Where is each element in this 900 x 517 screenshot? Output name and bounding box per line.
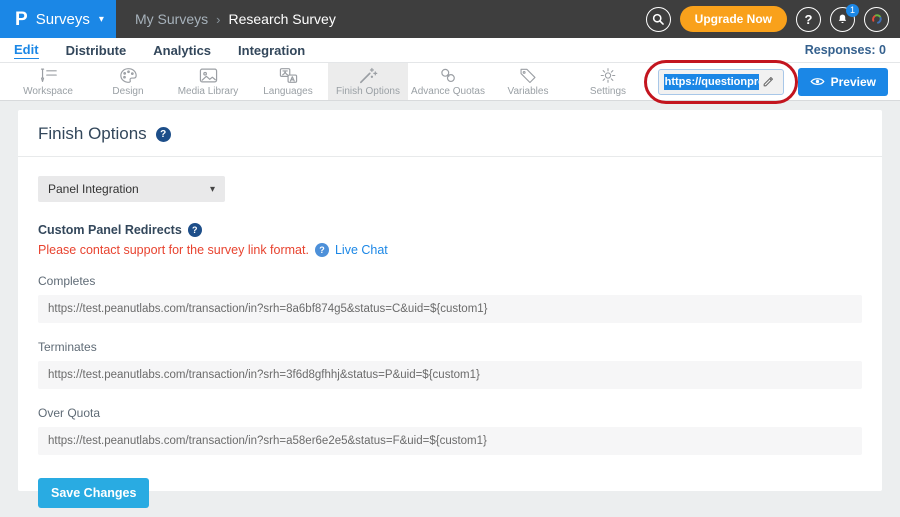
notification-badge: 1: [846, 4, 859, 17]
chevron-down-icon: ▾: [210, 184, 215, 195]
section-title: Custom Panel Redirects: [38, 223, 182, 237]
card-header: Finish Options ?: [18, 110, 882, 157]
workspace-icon: [38, 67, 59, 84]
completes-label: Completes: [38, 274, 862, 288]
dropdown-selected-value: Panel Integration: [48, 182, 139, 196]
question-mark-icon: ?: [805, 12, 813, 27]
toolbar-item-variables[interactable]: Variables: [488, 63, 568, 100]
settings-gear-icon: [599, 67, 617, 84]
edit-toolbar: Workspace Design Media Library Languages…: [0, 62, 900, 101]
app-menu-label: Surveys: [36, 11, 90, 28]
toolbar-item-label: Media Library: [178, 86, 239, 97]
variables-tag-icon: [518, 67, 538, 84]
over-quota-url-field[interactable]: https://test.peanutlabs.com/transaction/…: [38, 427, 862, 455]
toolbar-item-finish-options[interactable]: Finish Options: [328, 63, 408, 100]
finish-options-help-icon[interactable]: ?: [156, 127, 171, 142]
design-palette-icon: [119, 67, 138, 84]
toolbar-item-label: Variables: [508, 86, 549, 97]
terminates-label: Terminates: [38, 340, 862, 354]
breadcrumb-separator-icon: ›: [216, 12, 220, 27]
live-chat-help-icon[interactable]: ?: [315, 243, 329, 257]
edit-url-pencil-icon[interactable]: [762, 75, 775, 88]
toolbar-item-label: Advance Quotas: [411, 86, 485, 97]
support-note-row: Please contact support for the survey li…: [38, 243, 862, 257]
surveys-product-menu[interactable]: P Surveys ▾: [0, 0, 116, 38]
breadcrumb: My Surveys › Research Survey: [135, 11, 336, 27]
toolbar-spacer: [648, 63, 658, 100]
finish-options-wand-icon: [358, 67, 379, 84]
eye-icon: [810, 76, 825, 87]
survey-url-selected-text: https://questionpro.com/t/A: [664, 74, 759, 90]
nav-tab-analytics[interactable]: Analytics: [153, 43, 211, 58]
panel-integration-dropdown[interactable]: Panel Integration ▾: [38, 176, 225, 202]
preview-button[interactable]: Preview: [798, 68, 888, 96]
search-icon: [651, 12, 665, 26]
support-note-text: Please contact support for the survey li…: [38, 243, 309, 257]
toolbar-item-label: Design: [112, 86, 143, 97]
terminates-url-field[interactable]: https://test.peanutlabs.com/transaction/…: [38, 361, 862, 389]
toolbar-item-settings[interactable]: Settings: [568, 63, 648, 100]
chevron-down-icon: ▾: [99, 14, 104, 25]
survey-url-input[interactable]: https://questionpro.com/t/A: [658, 69, 784, 95]
card-body: Panel Integration ▾ Custom Panel Redirec…: [18, 157, 882, 517]
section-header: Custom Panel Redirects ?: [38, 223, 862, 237]
media-library-icon: [198, 67, 219, 84]
page-background: Finish Options ? Panel Integration ▾ Cus…: [0, 101, 900, 517]
live-chat-link[interactable]: Live Chat: [335, 243, 388, 257]
breadcrumb-current-survey: Research Survey: [228, 11, 335, 27]
toolbar-item-workspace[interactable]: Workspace: [8, 63, 88, 100]
toolbar-item-label: Workspace: [23, 86, 73, 97]
completes-url-field[interactable]: https://test.peanutlabs.com/transaction/…: [38, 295, 862, 323]
toolbar-item-advance-quotas[interactable]: Advance Quotas: [408, 63, 488, 100]
toolbar-item-label: Settings: [590, 86, 626, 97]
toolbar-item-design[interactable]: Design: [88, 63, 168, 100]
responses-count: Responses: 0: [805, 43, 886, 57]
preview-button-label: Preview: [831, 75, 876, 89]
toolbar-item-label: Languages: [263, 86, 313, 97]
avatar-logo-icon: [869, 11, 885, 27]
toolbar-item-label: Finish Options: [336, 86, 400, 97]
notifications-button[interactable]: 1: [830, 7, 855, 32]
nav-tab-distribute[interactable]: Distribute: [66, 43, 127, 58]
search-button[interactable]: [646, 7, 671, 32]
top-bar: P Surveys ▾ My Surveys › Research Survey…: [0, 0, 900, 38]
advance-quotas-link-icon: [438, 67, 459, 84]
survey-url-area: https://questionpro.com/t/A: [658, 69, 784, 95]
survey-nav: Edit Distribute Analytics Integration Re…: [0, 38, 900, 62]
topbar-actions: Upgrade Now ? 1: [646, 6, 900, 32]
over-quota-label: Over Quota: [38, 406, 862, 420]
help-button[interactable]: ?: [796, 7, 821, 32]
page-title: Finish Options: [38, 124, 147, 144]
nav-tab-edit[interactable]: Edit: [14, 42, 39, 59]
languages-icon: [278, 67, 299, 84]
nav-tab-integration[interactable]: Integration: [238, 43, 305, 58]
breadcrumb-my-surveys[interactable]: My Surveys: [135, 11, 208, 27]
upgrade-now-button[interactable]: Upgrade Now: [680, 6, 787, 32]
toolbar-item-media-library[interactable]: Media Library: [168, 63, 248, 100]
account-avatar[interactable]: [864, 7, 889, 32]
questionpro-logo: P: [15, 10, 28, 29]
finish-options-card: Finish Options ? Panel Integration ▾ Cus…: [18, 110, 882, 491]
toolbar-item-languages[interactable]: Languages: [248, 63, 328, 100]
custom-redirects-help-icon[interactable]: ?: [188, 223, 202, 237]
save-changes-button[interactable]: Save Changes: [38, 478, 149, 508]
